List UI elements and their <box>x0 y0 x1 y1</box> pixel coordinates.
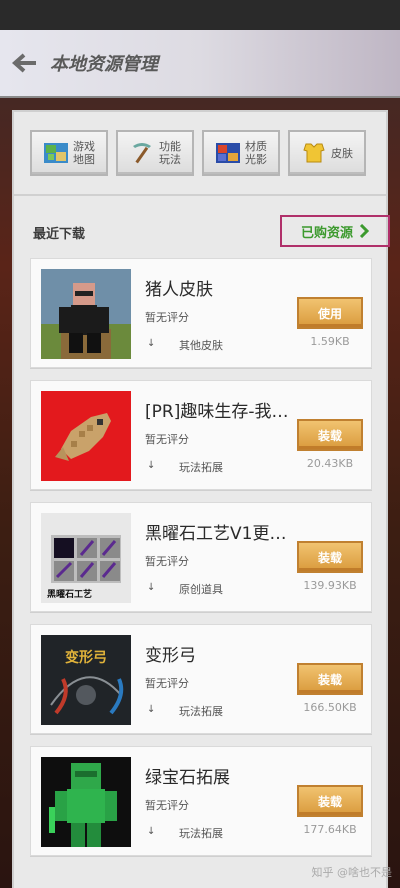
item-title: 变形弓 <box>145 646 196 666</box>
list-item[interactable]: 绿宝石拓展 暂无评分 ↓ 玩法拓展 装载 177.64KB <box>30 746 372 856</box>
item-title: 黑曜石工艺V1更… <box>145 524 287 544</box>
item-category: 玩法拓展 <box>179 705 223 718</box>
item-category: 玩法拓展 <box>179 827 223 840</box>
chevron-right-icon <box>359 224 369 238</box>
tab-label: 游戏 地图 <box>73 140 95 166</box>
item-rating: 暂无评分 <box>145 311 189 324</box>
texture-icon <box>215 140 241 166</box>
item-category: 原创道具 <box>179 583 223 596</box>
item-thumbnail: 变形弓 <box>41 635 131 725</box>
item-thumbnail <box>41 269 131 359</box>
tab-game-maps[interactable]: 游戏 地图 <box>30 130 108 176</box>
download-arrow-icon: ↓ <box>147 704 156 715</box>
tab-gameplay[interactable]: 功能 玩法 <box>116 130 194 176</box>
item-title: 绿宝石拓展 <box>145 768 230 788</box>
purchased-label: 已购资源 <box>300 225 353 241</box>
page-title: 本地资源管理 <box>50 54 158 75</box>
download-list: 猪人皮肤 暂无评分 ↓ 其他皮肤 使用 1.59KB [PR]趣味生存-我… 暂… <box>30 258 372 868</box>
download-arrow-icon: ↓ <box>147 826 156 837</box>
item-size: 1.59KB <box>310 335 350 348</box>
list-item[interactable]: 猪人皮肤 暂无评分 ↓ 其他皮肤 使用 1.59KB <box>30 258 372 368</box>
list-item[interactable]: [PR]趣味生存-我… 暂无评分 ↓ 玩法拓展 装载 20.43KB <box>30 380 372 490</box>
pickaxe-icon <box>129 140 155 166</box>
back-button[interactable] <box>0 29 50 97</box>
download-arrow-icon: ↓ <box>147 338 156 349</box>
tab-label: 材质 光影 <box>245 140 267 166</box>
item-thumbnail <box>41 391 131 481</box>
app-header: 本地资源管理 <box>0 30 400 98</box>
armor-icon <box>301 140 327 166</box>
tab-skins[interactable]: 皮肤 <box>288 130 366 176</box>
item-title: [PR]趣味生存-我… <box>145 402 289 422</box>
tab-textures[interactable]: 材质 光影 <box>202 130 280 176</box>
item-size: 139.93KB <box>303 579 357 592</box>
map-icon <box>43 140 69 166</box>
list-item[interactable]: 黑曜石工艺 黑曜石工艺V1更… 暂无评分 ↓ 原创道具 装载 139.93KB <box>30 502 372 612</box>
category-tabs: 游戏 地图 功能 玩法 材质 光影 皮肤 <box>30 130 366 176</box>
load-button[interactable]: 装载 <box>297 419 363 451</box>
watermark: 知乎 @啥也不是 <box>311 866 393 879</box>
divider <box>14 194 386 196</box>
download-arrow-icon: ↓ <box>147 582 156 593</box>
item-category: 玩法拓展 <box>179 461 223 474</box>
thumbnail-caption: 黑曜石工艺 <box>47 590 93 600</box>
resource-panel: 游戏 地图 功能 玩法 材质 光影 皮肤 最近下载 已购资源 猪人皮肤 暂无评分… <box>12 110 390 888</box>
item-rating: 暂无评分 <box>145 433 189 446</box>
thumbnail-caption: 变形弓 <box>65 650 107 666</box>
item-rating: 暂无评分 <box>145 555 189 568</box>
status-bar <box>0 0 400 30</box>
item-size: 166.50KB <box>303 701 357 714</box>
back-arrow-icon <box>12 53 36 73</box>
item-category: 其他皮肤 <box>179 339 223 352</box>
list-item[interactable]: 变形弓 变形弓 暂无评分 ↓ 玩法拓展 装载 166.50KB <box>30 624 372 734</box>
load-button[interactable]: 装载 <box>297 541 363 573</box>
section-title: 最近下载 <box>33 227 86 242</box>
load-button[interactable]: 装载 <box>297 663 363 695</box>
item-thumbnail <box>41 757 131 847</box>
item-size: 20.43KB <box>306 457 354 470</box>
tab-label: 功能 玩法 <box>159 140 181 166</box>
purchased-resources-link[interactable]: 已购资源 <box>280 215 390 247</box>
item-thumbnail: 黑曜石工艺 <box>41 513 131 603</box>
download-arrow-icon: ↓ <box>147 460 156 471</box>
item-rating: 暂无评分 <box>145 677 189 690</box>
item-rating: 暂无评分 <box>145 799 189 812</box>
use-button[interactable]: 使用 <box>297 297 363 329</box>
item-size: 177.64KB <box>303 823 357 836</box>
load-button[interactable]: 装载 <box>297 785 363 817</box>
tab-label: 皮肤 <box>331 146 353 160</box>
item-title: 猪人皮肤 <box>145 280 213 300</box>
